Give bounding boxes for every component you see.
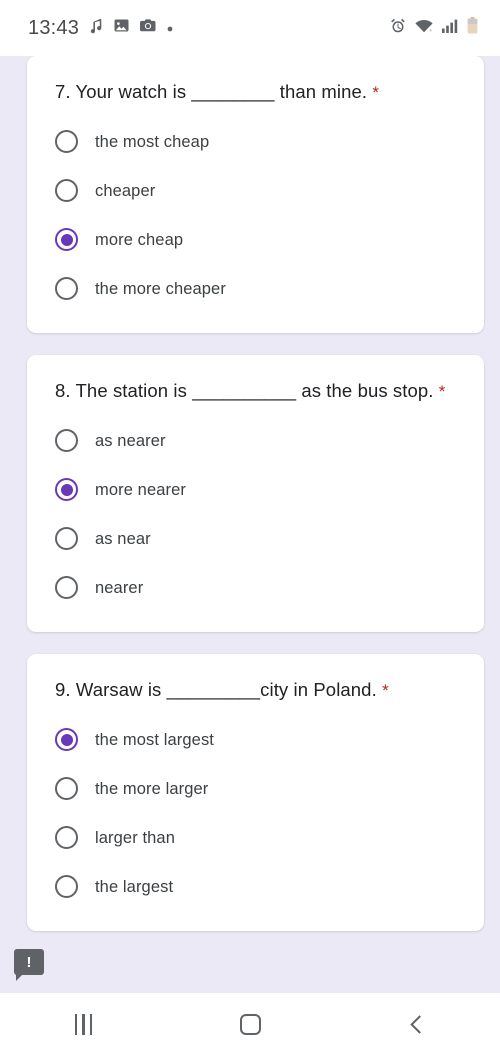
option-label: the most cheap — [95, 132, 210, 151]
option-label: the most largest — [95, 730, 214, 749]
question-card: 7. Your watch is ________ than mine. * t… — [27, 56, 484, 333]
camera-icon — [140, 18, 156, 38]
status-bar: 13:43 — [0, 0, 500, 56]
option-row[interactable]: the more larger — [55, 764, 460, 813]
status-bar-right — [390, 17, 478, 39]
required-asterisk: * — [438, 382, 446, 401]
option-group: the most cheap cheaper more cheap the mo… — [55, 117, 460, 313]
dot-icon — [167, 19, 173, 37]
alert-bubble-symbol: ! — [26, 953, 32, 971]
home-button[interactable] — [167, 993, 334, 1055]
radio-icon[interactable] — [55, 130, 78, 153]
required-asterisk: * — [382, 681, 389, 700]
option-label: the largest — [95, 877, 174, 896]
radio-icon[interactable] — [55, 875, 78, 898]
home-icon — [239, 1013, 261, 1035]
radio-icon[interactable] — [55, 777, 78, 800]
question-text: 9. Warsaw is _________city in Poland. — [55, 679, 377, 700]
question-title: 8. The station is __________ as the bus … — [55, 377, 460, 406]
back-button[interactable] — [333, 993, 500, 1055]
recents-button[interactable] — [0, 993, 167, 1055]
wifi-icon — [415, 19, 433, 38]
radio-icon[interactable] — [55, 277, 78, 300]
option-label: nearer — [95, 578, 144, 597]
option-label: larger than — [95, 828, 175, 847]
signal-icon — [442, 19, 458, 38]
option-row[interactable]: more cheap — [55, 215, 460, 264]
option-label: as near — [95, 529, 151, 548]
option-row[interactable]: larger than — [55, 813, 460, 862]
question-title: 7. Your watch is ________ than mine. * — [55, 78, 460, 107]
option-group: the most largest the more larger larger … — [55, 715, 460, 911]
alarm-icon — [390, 18, 406, 39]
form-scroll-area[interactable]: 7. Your watch is ________ than mine. * t… — [0, 56, 500, 993]
option-row[interactable]: nearer — [55, 563, 460, 612]
option-row[interactable]: as nearer — [55, 416, 460, 465]
option-row[interactable]: the most cheap — [55, 117, 460, 166]
question-text: 7. Your watch is ________ than mine. — [55, 81, 368, 102]
option-label: the more larger — [95, 779, 209, 798]
option-label: cheaper — [95, 181, 156, 200]
option-row[interactable]: more nearer — [55, 465, 460, 514]
radio-icon[interactable] — [55, 826, 78, 849]
recents-icon — [74, 1013, 93, 1035]
android-nav-bar — [0, 993, 500, 1055]
alert-bubble-icon[interactable]: ! — [14, 949, 44, 981]
radio-icon-selected[interactable] — [55, 728, 78, 751]
option-row[interactable]: cheaper — [55, 166, 460, 215]
radio-icon-selected[interactable] — [55, 228, 78, 251]
radio-icon[interactable] — [55, 576, 78, 599]
radio-icon-selected[interactable] — [55, 478, 78, 501]
status-bar-left: 13:43 — [28, 17, 173, 40]
option-row[interactable]: the largest — [55, 862, 460, 911]
question-card: 8. The station is __________ as the bus … — [27, 355, 484, 632]
music-note-icon — [90, 18, 103, 39]
battery-icon — [467, 17, 478, 39]
option-label: as nearer — [95, 431, 166, 450]
question-text: 8. The station is __________ as the bus … — [55, 380, 434, 401]
option-row[interactable]: as near — [55, 514, 460, 563]
option-label: more nearer — [95, 480, 186, 499]
question-title: 9. Warsaw is _________city in Poland. * — [55, 676, 460, 705]
required-asterisk: * — [372, 83, 380, 102]
radio-icon[interactable] — [55, 179, 78, 202]
radio-icon[interactable] — [55, 429, 78, 452]
option-label: more cheap — [95, 230, 184, 249]
option-row[interactable]: the more cheaper — [55, 264, 460, 313]
option-group: as nearer more nearer as near nearer — [55, 416, 460, 612]
option-row[interactable]: the most largest — [55, 715, 460, 764]
back-icon — [409, 1014, 429, 1034]
gallery-icon — [114, 18, 129, 38]
option-label: the more cheaper — [95, 279, 226, 298]
question-card: 9. Warsaw is _________city in Poland. * … — [27, 654, 484, 931]
status-time: 13:43 — [28, 16, 80, 39]
radio-icon[interactable] — [55, 527, 78, 550]
